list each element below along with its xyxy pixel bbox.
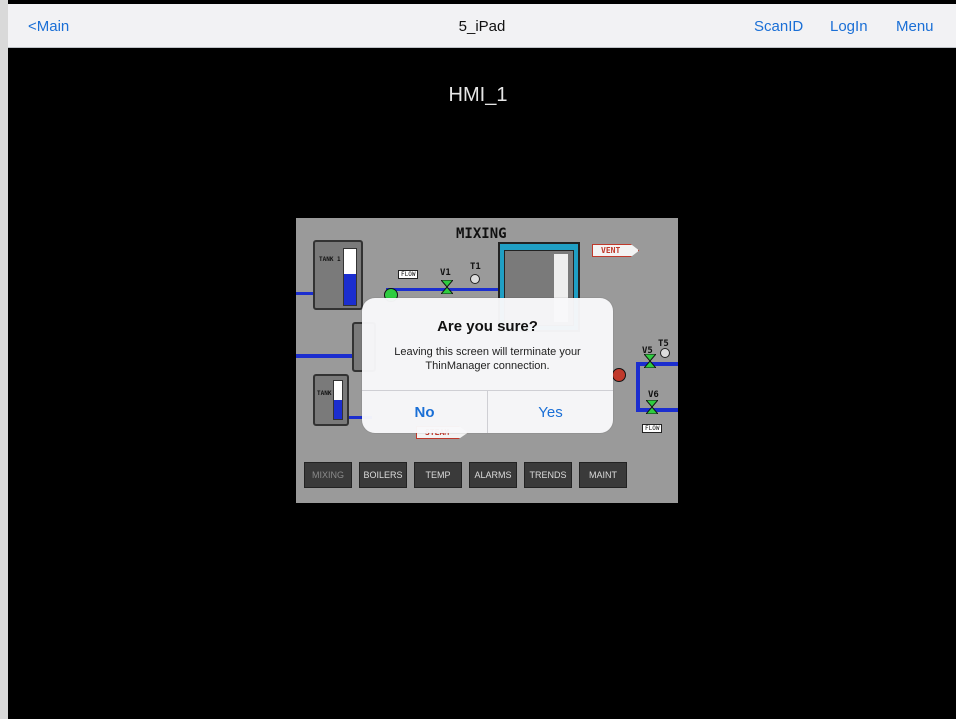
tank-1[interactable]: TANK 1 — [313, 240, 363, 310]
login-button[interactable]: LogIn — [830, 18, 868, 35]
hmi-tab-alarms[interactable]: ALARMS — [469, 462, 517, 488]
valve-v6-label: V6 — [648, 390, 659, 400]
valve-v6-icon[interactable] — [646, 400, 658, 414]
valve-v1-label: V1 — [440, 268, 451, 278]
gauge-t1-icon — [470, 274, 480, 284]
hmi-title: HMI_1 — [448, 84, 508, 106]
tank-1-level — [343, 248, 357, 306]
window-edge — [0, 0, 8, 719]
app-frame: <Main 5_iPad ScanID LogIn Menu HMI_1 MIX… — [0, 0, 956, 719]
yes-button[interactable]: Yes — [488, 391, 613, 433]
confirm-dialog: Are you sure? Leaving this screen will t… — [362, 298, 613, 433]
panel-title: MIXING — [456, 226, 507, 242]
flow-indicator-1: FLOW — [398, 270, 419, 279]
pipe-right-top — [636, 362, 678, 366]
dialog-message: Leaving this screen will terminate your … — [394, 346, 581, 372]
hmi-tab-trends[interactable]: TRENDS — [524, 462, 572, 488]
hmi-nav-buttons: MIXING BOILERS TEMP ALARMS TRENDS MAINT — [304, 462, 627, 488]
pipe-right-vertical — [636, 362, 640, 412]
nav-title: 5_iPad — [458, 18, 506, 35]
no-button[interactable]: No — [362, 391, 487, 433]
valve-v5-icon[interactable] — [644, 354, 656, 368]
hmi-tab-maint[interactable]: MAINT — [579, 462, 627, 488]
hmi-tab-boilers[interactable]: BOILERS — [359, 462, 407, 488]
gauge-t5-label: T5 — [658, 339, 669, 349]
pipe-mid — [296, 354, 356, 358]
tank-3-label: TANK — [317, 390, 332, 397]
scanid-button[interactable]: ScanID — [754, 18, 803, 35]
dialog-title: Are you sure? — [437, 318, 538, 335]
valve-v5-label: V5 — [642, 346, 653, 356]
flow-indicator-2: FLOW — [642, 424, 663, 433]
vent-tag: VENT — [592, 244, 640, 257]
menu-button[interactable]: Menu — [896, 18, 934, 35]
navigation-bar: <Main 5_iPad ScanID LogIn Menu — [8, 4, 956, 48]
valve-v1-icon[interactable] — [441, 280, 453, 294]
gauge-t5-icon — [660, 348, 670, 358]
tank-1-label: TANK 1 — [319, 256, 341, 263]
hmi-tab-mixing[interactable]: MIXING — [304, 462, 352, 488]
tank-3[interactable]: TANK — [313, 374, 349, 426]
gauge-t1-label: T1 — [470, 262, 481, 272]
hmi-tab-temp[interactable]: TEMP — [414, 462, 462, 488]
alarm-indicator-icon — [612, 368, 626, 382]
tank-3-level — [333, 380, 343, 420]
